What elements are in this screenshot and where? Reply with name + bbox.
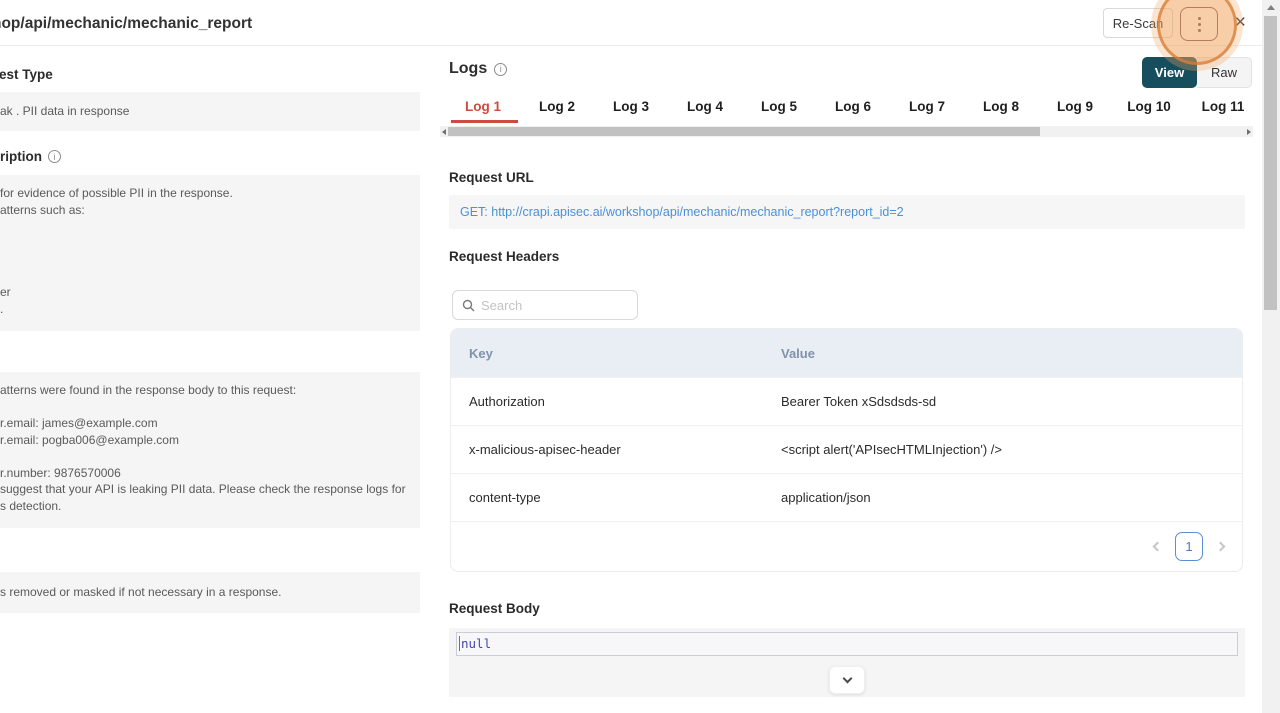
kebab-icon: [1198, 29, 1201, 32]
info-icon: i: [48, 150, 61, 163]
tab-log-7[interactable]: Log 7: [890, 98, 964, 123]
tab-log-6[interactable]: Log 6: [816, 98, 890, 123]
request-headers-table: Key Value Authorization Bearer Token xSd…: [450, 328, 1243, 572]
request-body-value: null: [459, 636, 491, 651]
description-line: .: [0, 301, 420, 318]
description-line: [0, 268, 420, 285]
findings-line: r.email: james@example.com: [0, 415, 420, 432]
tab-log-4[interactable]: Log 4: [668, 98, 742, 123]
vertical-scrollbar-thumb[interactable]: [1264, 16, 1277, 310]
request-body-label: Request Body: [449, 601, 540, 616]
request-url-box: GET: http://crapi.apisec.ai/workshop/api…: [449, 195, 1245, 229]
table-pagination: 1: [451, 521, 1242, 571]
logs-title-text: Logs: [449, 60, 487, 78]
pagination-page-1[interactable]: 1: [1175, 532, 1203, 561]
column-header-value: Value: [781, 346, 1242, 361]
header-key: x-malicious-apisec-header: [451, 442, 781, 457]
kebab-icon: [1198, 17, 1201, 20]
request-body-panel: null: [449, 628, 1245, 697]
tab-log-1[interactable]: Log 1: [446, 98, 520, 123]
findings-line: atterns were found in the response body …: [0, 382, 420, 399]
header-key: content-type: [451, 490, 781, 505]
scroll-left-icon[interactable]: [442, 129, 446, 135]
column-header-key: Key: [451, 346, 781, 361]
description-label-text: ription: [0, 149, 42, 164]
request-url-label: Request URL: [449, 170, 534, 185]
info-icon: i: [494, 63, 507, 76]
kebab-menu-button[interactable]: [1180, 7, 1218, 41]
tab-log-3[interactable]: Log 3: [594, 98, 668, 123]
dialog-header: hop/api/mechanic/mechanic_report Re-Scan…: [0, 0, 1262, 46]
chevron-down-icon: [842, 673, 852, 683]
findings-line: suggest that your API is leaking PII dat…: [0, 481, 420, 498]
tabs-horizontal-scrollbar[interactable]: [440, 126, 1253, 137]
findings-line: [0, 399, 420, 416]
page-title: hop/api/mechanic/mechanic_report: [0, 15, 252, 33]
request-body-code[interactable]: null: [456, 632, 1238, 656]
raw-button[interactable]: Raw: [1197, 57, 1252, 88]
logs-title: Logs i: [449, 60, 507, 78]
description-line: [0, 251, 420, 268]
close-icon[interactable]: ✕: [1234, 13, 1247, 33]
table-row: x-malicious-apisec-header <script alert(…: [451, 425, 1242, 473]
tab-log-5[interactable]: Log 5: [742, 98, 816, 123]
tab-log-8[interactable]: Log 8: [964, 98, 1038, 123]
kebab-icon: [1198, 23, 1201, 26]
findings-line: [0, 448, 420, 465]
description-line: [0, 218, 420, 235]
tab-log-9[interactable]: Log 9: [1038, 98, 1112, 123]
findings-line: r.email: pogba006@example.com: [0, 432, 420, 449]
view-raw-toggle: View Raw: [1142, 57, 1252, 88]
header-value: application/json: [781, 490, 1242, 505]
findings-line: r.number: 9876570006: [0, 465, 420, 482]
tab-log-10[interactable]: Log 10: [1112, 98, 1186, 123]
scroll-up-icon[interactable]: [1267, 5, 1275, 10]
recommendation-line: s removed or masked if not necessary in …: [0, 584, 281, 601]
description-text-box: for evidence of possible PII in the resp…: [0, 175, 420, 331]
findings-line: s detection.: [0, 498, 420, 515]
tab-log-11[interactable]: Log 11: [1186, 98, 1260, 123]
table-row: content-type application/json: [451, 473, 1242, 521]
pagination-next-icon[interactable]: [1216, 542, 1226, 552]
test-type-value-text: ak . PII data in response: [0, 103, 129, 120]
description-label: ription i: [0, 149, 61, 164]
findings-text-box: atterns were found in the response body …: [0, 372, 420, 528]
page-vertical-scrollbar[interactable]: [1262, 0, 1280, 713]
expand-body-button[interactable]: [829, 666, 865, 694]
search-input[interactable]: [481, 298, 628, 313]
search-icon: [462, 299, 475, 312]
table-row: Authorization Bearer Token xSdsdsds-sd: [451, 377, 1242, 425]
description-line: [0, 235, 420, 252]
rescan-button[interactable]: Re-Scan: [1103, 8, 1173, 38]
header-value: <script alert('APIsecHTMLInjection') />: [781, 442, 1242, 457]
scroll-right-icon[interactable]: [1247, 129, 1251, 135]
description-line: for evidence of possible PII in the resp…: [0, 185, 420, 202]
log-tabs: Log 1 Log 2 Log 3 Log 4 Log 5 Log 6 Log …: [446, 98, 1260, 123]
test-type-label: est Type: [0, 67, 53, 82]
test-type-value: ak . PII data in response: [0, 92, 420, 131]
description-line: atterns such as:: [0, 202, 420, 219]
tab-log-2[interactable]: Log 2: [520, 98, 594, 123]
recommendation-text-box: s removed or masked if not necessary in …: [0, 572, 420, 613]
request-url-link[interactable]: GET: http://crapi.apisec.ai/workshop/api…: [460, 205, 904, 219]
table-header-row: Key Value: [451, 329, 1242, 377]
tabs-scrollbar-thumb[interactable]: [448, 127, 1040, 136]
test-type-label-text: est Type: [0, 67, 53, 82]
request-headers-label: Request Headers: [449, 249, 559, 264]
header-value: Bearer Token xSdsdsds-sd: [781, 394, 1242, 409]
description-line: er: [0, 284, 420, 301]
view-button[interactable]: View: [1142, 57, 1197, 88]
headers-search-box: [452, 290, 638, 320]
pagination-prev-icon[interactable]: [1153, 542, 1163, 552]
header-key: Authorization: [451, 394, 781, 409]
